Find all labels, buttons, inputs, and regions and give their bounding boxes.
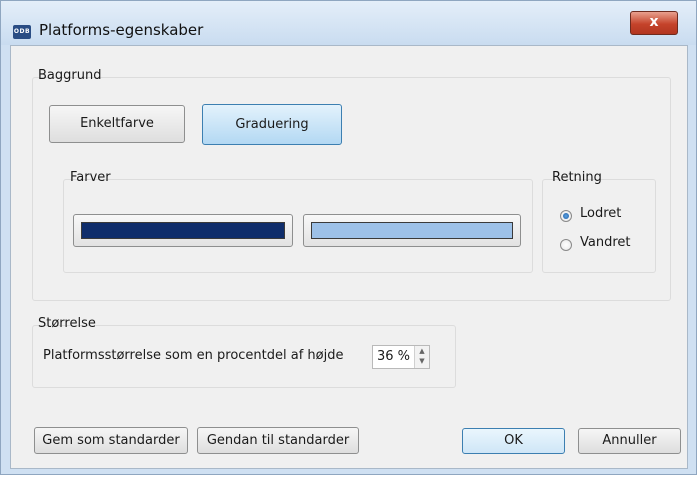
color1-swatch-button[interactable] bbox=[73, 214, 293, 247]
single-color-button[interactable]: Enkeltfarve bbox=[49, 105, 185, 143]
spinner-down-icon[interactable]: ▼ bbox=[415, 356, 429, 366]
direction-vertical-label[interactable]: Lodret bbox=[580, 206, 621, 221]
direction-horizontal-label[interactable]: Vandret bbox=[580, 235, 631, 250]
ok-button[interactable]: OK bbox=[462, 428, 565, 454]
app-icon: ODB bbox=[13, 25, 31, 39]
size-spinner[interactable]: 36 % ▲ ▼ bbox=[372, 345, 430, 369]
spinner-up-icon[interactable]: ▲ bbox=[415, 346, 429, 356]
color2-swatch bbox=[311, 222, 513, 239]
dialog-window: ODB Platforms-egenskaber x Baggrund Enke… bbox=[0, 0, 697, 475]
cancel-button[interactable]: Annuller bbox=[578, 428, 681, 454]
background-group-label: Baggrund bbox=[38, 68, 102, 83]
title-bar[interactable]: ODB Platforms-egenskaber x bbox=[1, 1, 696, 45]
gradient-button[interactable]: Graduering bbox=[202, 104, 342, 145]
spinner-arrows[interactable]: ▲ ▼ bbox=[414, 346, 429, 368]
dialog-body: Baggrund Enkeltfarve Graduering Farver R… bbox=[10, 45, 688, 469]
direction-group bbox=[542, 179, 656, 273]
direction-vertical-radio[interactable] bbox=[560, 210, 572, 222]
direction-group-label: Retning bbox=[552, 170, 602, 185]
window-title: Platforms-egenskaber bbox=[39, 21, 204, 39]
save-as-default-button[interactable]: Gem som standarder bbox=[34, 427, 188, 454]
restore-defaults-button[interactable]: Gendan til standarder bbox=[197, 427, 359, 454]
size-group-label: Størrelse bbox=[38, 316, 96, 331]
size-description: Platformsstørrelse som en procentdel af … bbox=[43, 348, 344, 363]
direction-horizontal-radio[interactable] bbox=[560, 239, 572, 251]
colors-group-label: Farver bbox=[70, 170, 111, 185]
size-value: 36 % bbox=[377, 349, 411, 364]
color2-swatch-button[interactable] bbox=[303, 214, 521, 247]
close-button[interactable]: x bbox=[630, 11, 678, 35]
color1-swatch bbox=[81, 222, 285, 239]
